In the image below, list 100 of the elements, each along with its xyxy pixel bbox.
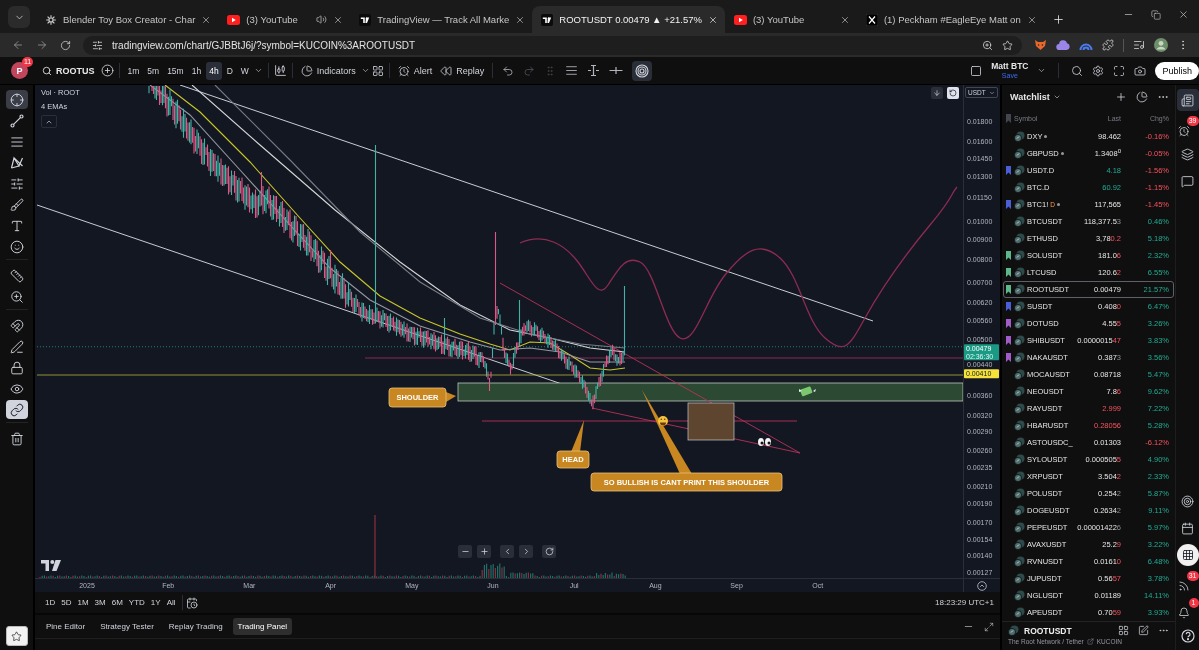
calendar-icon[interactable] <box>185 596 198 609</box>
grid-icon[interactable] <box>371 64 384 77</box>
watchlist-title-button[interactable]: Watchlist <box>1010 91 1061 102</box>
settings-icon[interactable] <box>1092 64 1105 77</box>
flag-icon[interactable] <box>1006 285 1011 294</box>
browser-tab[interactable]: TradingView — Track All Marke <box>350 6 533 33</box>
panel-tab[interactable]: Trading Panel <box>232 618 293 635</box>
search-icon[interactable] <box>1071 64 1084 77</box>
zoom-out-button[interactable] <box>458 545 472 558</box>
favorites-button[interactable] <box>5 626 28 646</box>
scroll-left-button[interactable] <box>500 545 514 558</box>
close-icon[interactable] <box>333 14 344 25</box>
panel-tab[interactable]: Strategy Tester <box>95 618 159 635</box>
browser-tab[interactable]: (3) YouTube <box>218 6 351 33</box>
plus-circle-icon[interactable] <box>100 64 114 77</box>
flag-icon[interactable] <box>1006 319 1011 328</box>
publish-button[interactable]: Publish <box>1155 61 1199 80</box>
arrow-right-icon[interactable] <box>36 39 48 51</box>
tool-button[interactable] <box>5 90 28 109</box>
edit-icon[interactable] <box>1138 625 1149 636</box>
interval-button[interactable]: D <box>223 61 236 80</box>
rings-button[interactable] <box>632 60 653 81</box>
plus-icon[interactable] <box>1115 90 1127 103</box>
cloud-icon[interactable] <box>1056 39 1070 51</box>
symbol-search-button[interactable]: ROOTUS <box>40 65 99 76</box>
close-icon[interactable] <box>707 14 718 25</box>
caret-icon[interactable] <box>360 66 370 75</box>
fox-icon[interactable] <box>1034 39 1047 51</box>
browser-tab[interactable]: Blender Toy Box Creator - Char <box>36 6 219 33</box>
address-field[interactable]: tradingview.com/chart/GJBBtJ6j/?symbol=KUCOIN%3AROOTUSDT <box>83 35 1022 55</box>
arrow-left-icon[interactable] <box>12 39 24 51</box>
undo-icon[interactable] <box>502 64 515 77</box>
scroll-down-button[interactable] <box>931 87 943 99</box>
range-button[interactable]: All <box>163 596 179 609</box>
reset-button[interactable] <box>542 545 556 558</box>
range-button[interactable]: 6M <box>108 596 126 609</box>
close-icon[interactable] <box>201 14 212 25</box>
flag-icon[interactable] <box>1006 166 1011 175</box>
lines-icon[interactable] <box>565 64 579 77</box>
refresh-button[interactable] <box>947 87 959 99</box>
tool-button[interactable] <box>5 400 28 419</box>
close-icon[interactable] <box>1026 14 1037 25</box>
reload-icon[interactable] <box>60 39 71 51</box>
grid-icon <box>1181 549 1194 561</box>
browser-tab[interactable]: (3) YouTube <box>724 6 857 33</box>
refresh-icon <box>949 89 957 97</box>
replay-button[interactable]: Replay <box>437 62 488 79</box>
star-icon[interactable] <box>1002 39 1013 51</box>
range-button[interactable]: 3M <box>91 596 109 609</box>
horizontal-line-icon[interactable] <box>609 64 624 77</box>
plus-icon[interactable] <box>1051 13 1065 26</box>
close-icon[interactable] <box>515 14 526 25</box>
chevron-circle-icon[interactable] <box>977 580 987 591</box>
candles-icon[interactable] <box>273 64 287 77</box>
watchlist-button[interactable] <box>1176 89 1199 111</box>
flag-icon[interactable] <box>1006 353 1011 362</box>
interval-button[interactable]: W <box>237 61 252 80</box>
flag-icon[interactable] <box>1006 302 1011 311</box>
profile-avatar-icon[interactable] <box>1154 38 1168 52</box>
range-button[interactable]: 5D <box>58 596 75 609</box>
apps-button[interactable] <box>1176 544 1199 566</box>
alert-button[interactable]: Alert <box>394 62 436 79</box>
browser-tab[interactable]: (1) Peckham #EagleEye Matt on <box>856 6 1044 33</box>
interval-button[interactable]: 4h <box>206 61 222 80</box>
flag-icon[interactable] <box>1006 251 1011 260</box>
range-button[interactable]: 1Y <box>147 596 164 609</box>
interval-button[interactable]: 15m <box>164 61 187 80</box>
measure-icon[interactable] <box>587 64 601 77</box>
maximize-icon[interactable] <box>984 621 994 632</box>
panel-tab[interactable]: Pine Editor <box>41 618 91 635</box>
fullscreen-icon[interactable] <box>1113 64 1126 77</box>
puzzle-icon[interactable] <box>1102 39 1114 51</box>
interval-button[interactable]: 1m <box>124 61 143 80</box>
bell-icon <box>1177 607 1190 619</box>
sliders-icon[interactable] <box>92 39 103 51</box>
playlist-icon[interactable] <box>1133 39 1145 51</box>
browser-tab[interactable]: ROOTUSDT 0.00479 ▲ +21.57% <box>532 6 725 33</box>
interval-button[interactable]: 5m <box>144 61 163 80</box>
flag-icon[interactable] <box>1006 200 1011 209</box>
close-icon[interactable] <box>839 14 850 25</box>
square-icon[interactable] <box>970 64 983 77</box>
flag-icon[interactable] <box>1006 336 1011 345</box>
zoom-in-icon[interactable] <box>982 39 993 51</box>
caret-icon[interactable] <box>253 66 263 75</box>
zoom-in-button[interactable] <box>477 545 491 558</box>
scroll-right-button[interactable] <box>519 545 533 558</box>
speaker-icon[interactable] <box>316 14 328 25</box>
interval-button[interactable]: 1h <box>188 61 205 80</box>
caret-icon[interactable] <box>1037 66 1047 75</box>
range-button[interactable]: YTD <box>125 596 148 609</box>
restore-icon[interactable] <box>1151 9 1161 20</box>
flag-icon[interactable] <box>1006 268 1011 277</box>
range-button[interactable]: 1M <box>74 596 92 609</box>
range-button[interactable]: 1D <box>42 596 59 609</box>
camera-icon[interactable] <box>1134 64 1147 77</box>
grid-icon[interactable] <box>1118 625 1129 636</box>
panel-tab[interactable]: Replay Trading <box>163 618 228 635</box>
indicators-button[interactable]: Indicators <box>297 62 359 79</box>
close-icon[interactable] <box>1178 9 1189 20</box>
pie-chart-icon[interactable] <box>1136 90 1148 103</box>
